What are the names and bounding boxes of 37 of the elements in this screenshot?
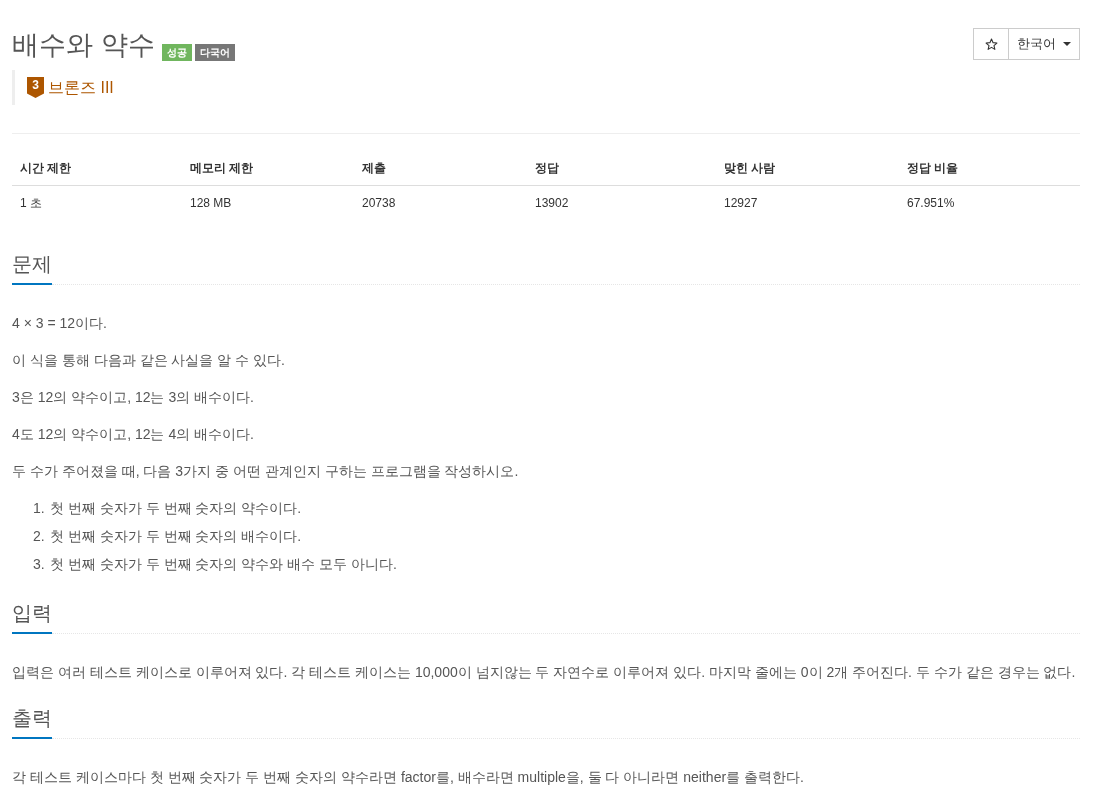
column-header: 제출 [361,159,387,177]
table-cell-text: 13902 [534,194,570,212]
column-header: 메모리 제한 [189,159,255,177]
table-cell-text: 128 MB [189,194,233,212]
table-cell-text: 20738 [361,194,397,212]
column-header: 정답 [534,159,560,177]
problem-title: 배수와 약수 [12,29,155,62]
paragraph: 입력은 여러 테스트 케이스로 이루어져 있다. 각 테스트 케이스는 10,000이 넘지않는 두 자연수로 이루어져 있다. 마지막 줄에는 0이 2개 주어진다. 두 수가 같은 경우는 없다. [12,663,1077,682]
section-heading: 문제 [12,250,52,285]
tier-badge: 3 [27,77,44,98]
section-heading: 입력 [12,599,52,634]
list-item-text: 첫 번째 숫자가 두 번째 숫자의 약수와 배수 모두 아니다. [50,555,397,574]
column-header: 시간 제한 [19,159,73,177]
paragraph: 이 식을 통해 다음과 같은 사실을 알 수 있다. [12,351,286,370]
column-header: 정답 비율 [906,159,960,177]
caret-icon [1063,42,1071,46]
table-cell-text: 12927 [723,194,759,212]
section-heading: 출력 [12,704,52,739]
column-header: 맞힌 사람 [723,159,777,177]
status-badge: 성공 [161,44,192,61]
table-cell-text: 1 초 [19,194,43,212]
paragraph: 두 수가 주어졌을 때, 다음 3가지 중 어떤 관계인지 구하는 프로그램을 작성하시오. [12,462,520,481]
paragraph: 4도 12의 약수이고, 12는 4의 배수이다. [12,425,255,444]
status-badge: 다국어 [194,44,235,61]
tier-label[interactable]: 브론즈 III [48,75,114,100]
list-number: 3. [33,555,46,574]
paragraph: 4 × 3 = 12이다. [12,314,108,333]
star-icon [984,37,998,51]
list-number: 2. [33,527,46,546]
language-dropdown[interactable]: 한국어 [1009,28,1080,60]
paragraph: 3은 12의 약수이고, 12는 3의 배수이다. [12,388,255,407]
paragraph: 각 테스트 케이스마다 첫 번째 숫자가 두 번째 숫자의 약수라면 factor를, 배수라면 multiple을, 둘 다 아니라면 neither를 출력한다. [12,768,805,787]
list-item-text: 첫 번째 숫자가 두 번째 숫자의 약수이다. [50,499,302,518]
list-item-text: 첫 번째 숫자가 두 번째 숫자의 배수이다. [50,527,302,546]
favorite-button[interactable] [973,28,1009,60]
list-number: 1. [33,499,46,518]
table-cell-text: 67.951% [906,194,956,212]
